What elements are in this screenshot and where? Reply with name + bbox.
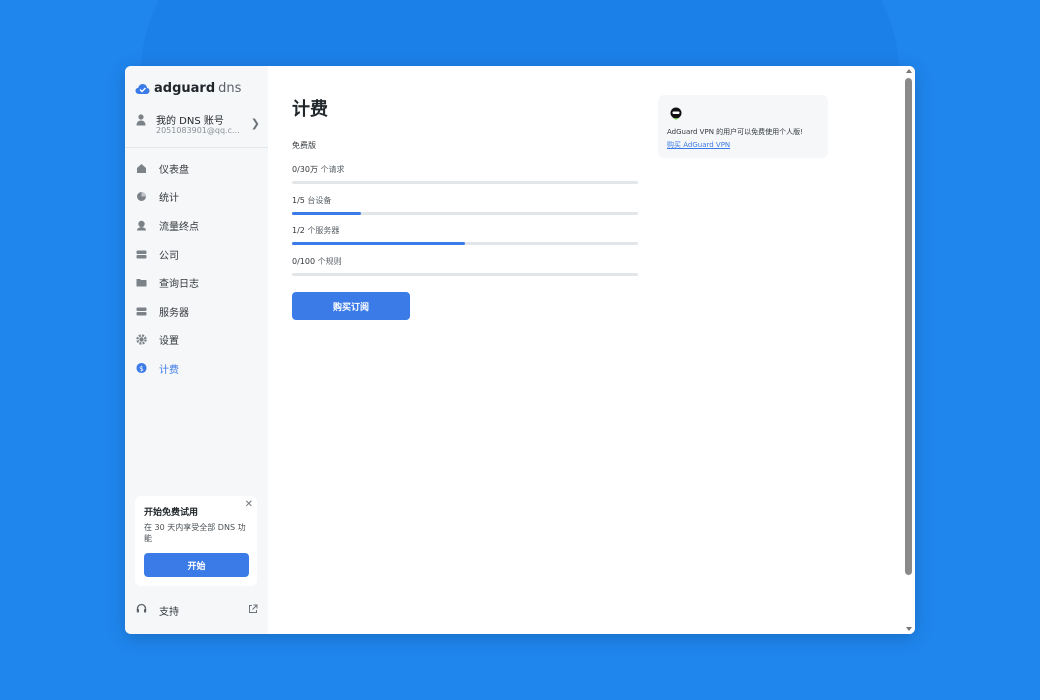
usage-label: 0/100 个规则 [292,257,342,266]
sidebar-item-label: 流量终点 [159,221,199,233]
brand-name: adguard [154,81,216,96]
server-icon [136,249,147,260]
external-link-icon [248,604,258,617]
sidebar-item-label: 统计 [159,193,179,205]
free-trial-card: 开始免费试用 ✕ 在 30 天内享受全部 DNS 功能 开始 [135,496,257,586]
page-title: 计费 [292,99,328,120]
scrollbar-thumb[interactable] [905,78,912,575]
trial-title: 开始免费试用 [144,508,199,518]
sidebar-item-billing[interactable]: $ 计费 [125,354,268,383]
sidebar-divider [125,147,268,148]
trial-description: 在 30 天内享受全部 DNS 功能 [144,523,246,543]
gear-icon [136,334,147,346]
usage-rules: 0/100 个规则 [292,256,638,276]
usage-requests: 0/30万 个请求 [292,164,638,184]
server-icon [136,306,147,317]
plan-name: 免费版 [292,141,316,150]
support-label: 支持 [159,606,179,618]
close-icon[interactable]: ✕ [245,499,253,510]
scroll-down-arrow-icon[interactable] [906,627,912,631]
dollar-icon: $ [136,363,147,374]
chevron-right-icon: ❯ [250,117,260,130]
home-icon [136,163,147,174]
sidebar-item-settings[interactable]: 设置 [125,326,268,355]
sidebar-item-label: 计费 [159,364,179,376]
sidebar-nav: 仪表盘 统计 流量终点 公司 查询日志 服务器 设置 $ 计费 [125,154,268,383]
brand-suffix: dns [218,81,242,96]
sidebar-item-servers[interactable]: 服务器 [125,297,268,326]
account-email: 2051083901@qq.c... [156,126,240,135]
usage-servers: 1/2 个服务器 [292,225,638,245]
account-selector[interactable]: 我的 DNS 账号 2051083901@qq.c... ❯ [135,112,260,138]
sidebar-item-label: 公司 [159,250,179,262]
usage-bar [292,181,638,184]
sidebar-item-statistics[interactable]: 统计 [125,183,268,212]
svg-text:$: $ [139,364,144,373]
usage-devices: 1/5 台设备 [292,195,638,215]
cloud-shield-icon [135,83,150,94]
sidebar-item-label: 服务器 [159,307,189,319]
usage-bar-fill [292,242,465,245]
sidebar-item-label: 设置 [159,336,179,348]
buy-subscription-button[interactable]: 购买订阅 [292,292,410,320]
headset-icon [136,603,147,617]
account-name: 我的 DNS 账号 [156,116,224,127]
adguard-vpn-icon [670,105,682,124]
main-content: 计费 免费版 0/30万 个请求 1/5 台设备 1/2 个服务器 0/100 … [268,66,908,634]
sidebar: adguard dns 我的 DNS 账号 2051083901@qq.c...… [125,66,268,634]
promo-text: AdGuard VPN 的用户可以免费使用个人版! [667,128,803,136]
sidebar-item-dashboard[interactable]: 仪表盘 [125,154,268,183]
support-link[interactable]: 支持 [136,603,258,618]
sidebar-item-company[interactable]: 公司 [125,240,268,269]
app-window: adguard dns 我的 DNS 账号 2051083901@qq.c...… [125,66,915,634]
vpn-promo-card: AdGuard VPN 的用户可以免费使用个人版! 购买 AdGuard VPN [658,95,828,158]
usage-bar [292,212,638,215]
usage-label: 0/30万 个请求 [292,165,345,174]
buy-vpn-link[interactable]: 购买 AdGuard VPN [667,140,730,150]
usage-label: 1/5 台设备 [292,196,332,205]
usage-label: 1/2 个服务器 [292,226,340,235]
pie-chart-icon [136,191,147,202]
sidebar-item-label: 仪表盘 [159,164,189,176]
sidebar-item-query-log[interactable]: 查询日志 [125,268,268,297]
start-trial-button[interactable]: 开始 [144,553,249,577]
usage-bar-fill [292,212,362,215]
user-icon [136,114,146,126]
logo[interactable]: adguard dns [135,81,241,96]
folder-icon [136,277,147,288]
scroll-up-arrow-icon[interactable] [906,69,912,73]
usage-bar [292,242,638,245]
sidebar-item-traffic-destinations[interactable]: 流量终点 [125,211,268,240]
location-icon [136,220,147,231]
scrollbar[interactable] [903,66,915,634]
sidebar-item-label: 查询日志 [159,279,199,291]
usage-bar [292,273,638,276]
